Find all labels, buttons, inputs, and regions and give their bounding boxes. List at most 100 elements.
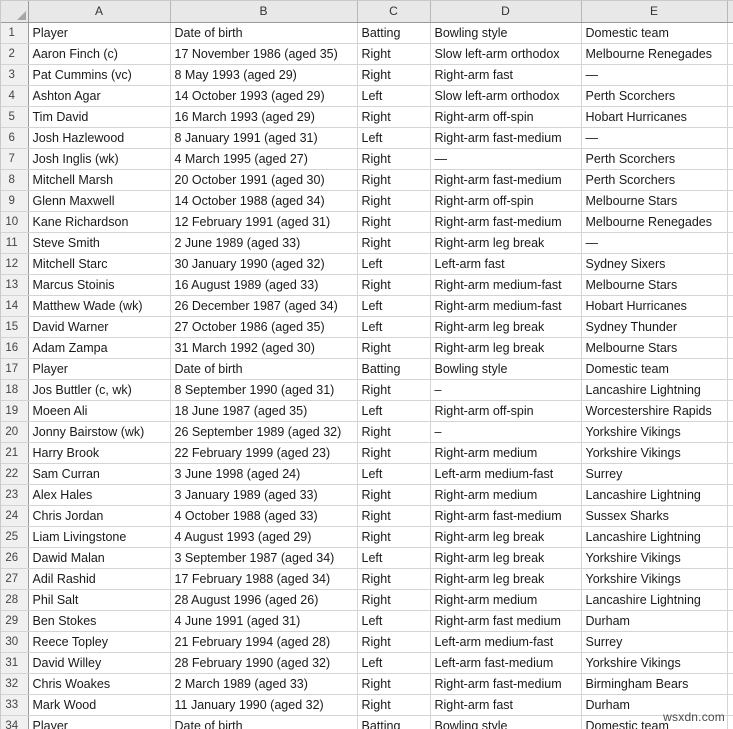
- cell-C19[interactable]: Left: [357, 400, 431, 422]
- cell-C28[interactable]: Right: [357, 589, 431, 611]
- cell-D20[interactable]: –: [430, 421, 582, 443]
- cell-A27[interactable]: Adil Rashid: [28, 568, 171, 590]
- cell-B7[interactable]: 4 March 1995 (aged 27): [170, 148, 358, 170]
- cell-B30[interactable]: 21 February 1994 (aged 28): [170, 631, 358, 653]
- cell-D1[interactable]: Bowling style: [430, 22, 582, 44]
- cell-E2[interactable]: Melbourne Renegades: [581, 43, 728, 65]
- row-header-29[interactable]: 29: [0, 610, 29, 632]
- cell-F19[interactable]: [727, 400, 733, 422]
- cell-A7[interactable]: Josh Inglis (wk): [28, 148, 171, 170]
- cell-F29[interactable]: [727, 610, 733, 632]
- cell-F5[interactable]: [727, 106, 733, 128]
- cell-E31[interactable]: Yorkshire Vikings: [581, 652, 728, 674]
- cell-E19[interactable]: Worcestershire Rapids: [581, 400, 728, 422]
- cell-E8[interactable]: Perth Scorchers: [581, 169, 728, 191]
- cell-B8[interactable]: 20 October 1991 (aged 30): [170, 169, 358, 191]
- cell-E30[interactable]: Surrey: [581, 631, 728, 653]
- cell-D7[interactable]: —: [430, 148, 582, 170]
- cell-D33[interactable]: Right-arm fast: [430, 694, 582, 716]
- row-header-14[interactable]: 14: [0, 295, 29, 317]
- row-header-27[interactable]: 27: [0, 568, 29, 590]
- cell-C6[interactable]: Left: [357, 127, 431, 149]
- cell-E11[interactable]: —: [581, 232, 728, 254]
- cell-B22[interactable]: 3 June 1998 (aged 24): [170, 463, 358, 485]
- cell-F16[interactable]: [727, 337, 733, 359]
- cell-E22[interactable]: Surrey: [581, 463, 728, 485]
- row-header-24[interactable]: 24: [0, 505, 29, 527]
- cell-D25[interactable]: Right-arm leg break: [430, 526, 582, 548]
- cell-D14[interactable]: Right-arm medium-fast: [430, 295, 582, 317]
- cell-A31[interactable]: David Willey: [28, 652, 171, 674]
- cell-D32[interactable]: Right-arm fast-medium: [430, 673, 582, 695]
- cell-B5[interactable]: 16 March 1993 (aged 29): [170, 106, 358, 128]
- cell-E27[interactable]: Yorkshire Vikings: [581, 568, 728, 590]
- row-header-3[interactable]: 3: [0, 64, 29, 86]
- cell-E9[interactable]: Melbourne Stars: [581, 190, 728, 212]
- cell-E21[interactable]: Yorkshire Vikings: [581, 442, 728, 464]
- cell-F24[interactable]: [727, 505, 733, 527]
- cell-A8[interactable]: Mitchell Marsh: [28, 169, 171, 191]
- cell-B26[interactable]: 3 September 1987 (aged 34): [170, 547, 358, 569]
- row-header-4[interactable]: 4: [0, 85, 29, 107]
- cell-A15[interactable]: David Warner: [28, 316, 171, 338]
- cell-A32[interactable]: Chris Woakes: [28, 673, 171, 695]
- cell-A16[interactable]: Adam Zampa: [28, 337, 171, 359]
- cell-C2[interactable]: Right: [357, 43, 431, 65]
- cell-D31[interactable]: Left-arm fast-medium: [430, 652, 582, 674]
- cell-A34[interactable]: Player: [28, 715, 171, 729]
- row-header-25[interactable]: 25: [0, 526, 29, 548]
- cell-A3[interactable]: Pat Cummins (vc): [28, 64, 171, 86]
- column-header-c[interactable]: C: [357, 0, 431, 23]
- cell-A29[interactable]: Ben Stokes: [28, 610, 171, 632]
- row-header-10[interactable]: 10: [0, 211, 29, 233]
- cell-A2[interactable]: Aaron Finch (c): [28, 43, 171, 65]
- cell-C7[interactable]: Right: [357, 148, 431, 170]
- cell-B1[interactable]: Date of birth: [170, 22, 358, 44]
- row-header-34[interactable]: 34: [0, 715, 29, 729]
- cell-C8[interactable]: Right: [357, 169, 431, 191]
- cell-E16[interactable]: Melbourne Stars: [581, 337, 728, 359]
- row-header-6[interactable]: 6: [0, 127, 29, 149]
- cell-E6[interactable]: —: [581, 127, 728, 149]
- cell-E34[interactable]: Domestic team: [581, 715, 728, 729]
- cell-F20[interactable]: [727, 421, 733, 443]
- cell-E3[interactable]: —: [581, 64, 728, 86]
- cell-A22[interactable]: Sam Curran: [28, 463, 171, 485]
- row-header-22[interactable]: 22: [0, 463, 29, 485]
- cell-E5[interactable]: Hobart Hurricanes: [581, 106, 728, 128]
- cell-B20[interactable]: 26 September 1989 (aged 32): [170, 421, 358, 443]
- cell-E7[interactable]: Perth Scorchers: [581, 148, 728, 170]
- cell-A28[interactable]: Phil Salt: [28, 589, 171, 611]
- cell-E4[interactable]: Perth Scorchers: [581, 85, 728, 107]
- cell-D28[interactable]: Right-arm medium: [430, 589, 582, 611]
- cell-B18[interactable]: 8 September 1990 (aged 31): [170, 379, 358, 401]
- cell-F6[interactable]: [727, 127, 733, 149]
- cell-C4[interactable]: Left: [357, 85, 431, 107]
- cell-B17[interactable]: Date of birth: [170, 358, 358, 380]
- row-header-9[interactable]: 9: [0, 190, 29, 212]
- cell-E13[interactable]: Melbourne Stars: [581, 274, 728, 296]
- cell-A24[interactable]: Chris Jordan: [28, 505, 171, 527]
- row-header-15[interactable]: 15: [0, 316, 29, 338]
- cell-A14[interactable]: Matthew Wade (wk): [28, 295, 171, 317]
- cell-C20[interactable]: Right: [357, 421, 431, 443]
- cell-F17[interactable]: [727, 358, 733, 380]
- cell-B28[interactable]: 28 August 1996 (aged 26): [170, 589, 358, 611]
- select-all-button[interactable]: [0, 0, 29, 23]
- row-header-8[interactable]: 8: [0, 169, 29, 191]
- cell-F32[interactable]: [727, 673, 733, 695]
- cell-E18[interactable]: Lancashire Lightning: [581, 379, 728, 401]
- row-header-2[interactable]: 2: [0, 43, 29, 65]
- cell-B15[interactable]: 27 October 1986 (aged 35): [170, 316, 358, 338]
- cell-B19[interactable]: 18 June 1987 (aged 35): [170, 400, 358, 422]
- cell-B10[interactable]: 12 February 1991 (aged 31): [170, 211, 358, 233]
- cell-F30[interactable]: [727, 631, 733, 653]
- cell-A17[interactable]: Player: [28, 358, 171, 380]
- cell-A1[interactable]: Player: [28, 22, 171, 44]
- cell-B4[interactable]: 14 October 1993 (aged 29): [170, 85, 358, 107]
- cell-C26[interactable]: Left: [357, 547, 431, 569]
- cell-B33[interactable]: 11 January 1990 (aged 32): [170, 694, 358, 716]
- cell-F18[interactable]: [727, 379, 733, 401]
- cell-F34[interactable]: [727, 715, 733, 729]
- cell-C31[interactable]: Left: [357, 652, 431, 674]
